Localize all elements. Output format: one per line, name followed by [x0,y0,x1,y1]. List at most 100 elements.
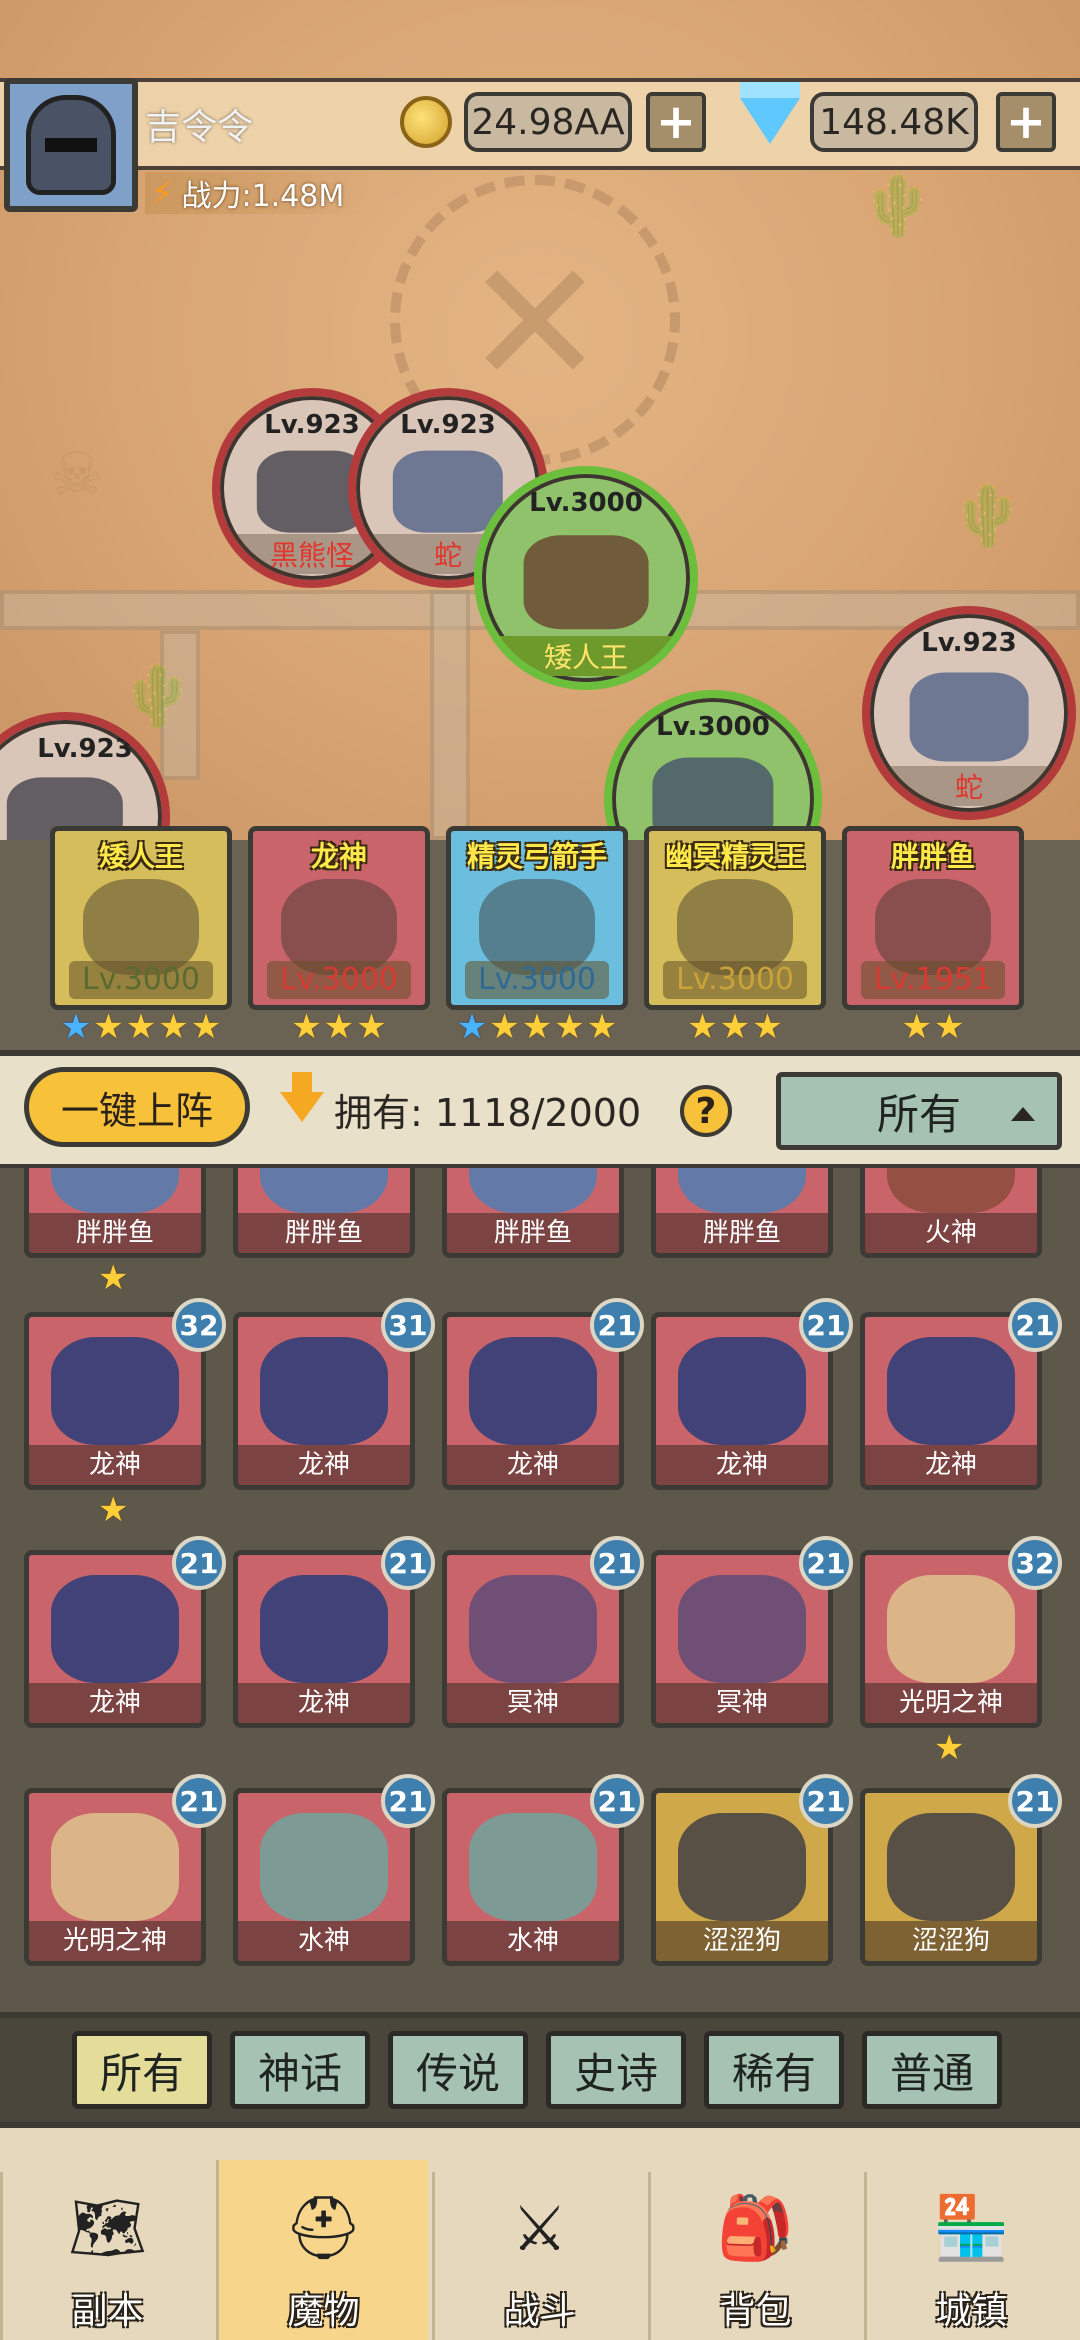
level-badge: 21 [590,1298,644,1352]
auto-deploy-button[interactable]: 一键上阵 [24,1067,250,1147]
power-value: 战力:1.48M [181,179,345,214]
map-icon: 🗺 [68,2191,147,2264]
formation-slot[interactable]: 幽冥精灵王 Lv.3000 [644,826,826,1010]
help-icon[interactable]: ? [680,1085,732,1137]
node-name: 蛇 [870,766,1068,806]
nav-swords[interactable]: ⚔ 战斗 [432,2172,644,2340]
star-icon: ★ [586,1007,618,1047]
star-rating: ★ ★ ★ ★ ★ [446,1008,628,1048]
snake-icon [909,672,1029,762]
monster-name: 火神 [865,1213,1037,1253]
helmet-icon [26,95,116,195]
cactus-icon: 🌵 [120,661,195,731]
star-icon: ★ [719,1007,751,1047]
monster-portrait-icon [469,1813,597,1921]
rarity-tab[interactable]: 普通 [862,2031,1002,2109]
level-badge: 21 [590,1536,644,1590]
nav-helmet[interactable]: ⛑ 魔物 [216,2160,428,2340]
monster-name: 涩涩狗 [656,1921,828,1961]
formation-name: 龙神 [310,840,367,873]
rarity-tab[interactable]: 神话 [230,2031,370,2109]
monster-portrait-icon [678,1813,806,1921]
node-level: Lv.3000 [656,712,770,742]
star-icon: ★ [323,1007,355,1047]
formation-level: Lv.1951 [861,961,1005,999]
nav-label: 魔物 [287,2291,360,2332]
level-badge: 21 [381,1774,435,1828]
player-name: 吉令令 [145,107,254,148]
nav-map[interactable]: 🗺 副本 [0,2172,212,2340]
monster-portrait-icon [678,1575,806,1683]
monster-portrait-icon [51,1337,179,1445]
rarity-tab[interactable]: 史诗 [546,2031,686,2109]
star-icon: ★ [125,1007,157,1047]
monster-name: 水神 [238,1921,410,1961]
level-badge: 21 [799,1298,853,1352]
star-rating: ★ ★ ★ [248,1008,430,1048]
node-name: 矮人王 [482,636,690,676]
monster-name: 胖胖鱼 [656,1213,828,1253]
player-avatar[interactable] [4,78,138,212]
level-badge: 21 [1008,1298,1062,1352]
rarity-tab[interactable]: 传说 [388,2031,528,2109]
caret-up-icon [1011,1107,1035,1121]
map-node-enemy[interactable]: Lv.923 蛇 [862,606,1076,820]
monster-portrait-icon [260,1337,388,1445]
formation-level: Lv.3000 [69,961,213,999]
nav-backpack[interactable]: 🎒 背包 [648,2172,860,2340]
node-level: Lv.923 [37,734,133,764]
node-level: Lv.3000 [529,488,643,518]
monster-name: 龙神 [238,1445,410,1485]
monster-name: 冥神 [656,1683,828,1723]
gem-amount: 148.48K [810,92,978,152]
level-badge: 21 [799,1536,853,1590]
monster-name: 龙神 [29,1445,201,1485]
monster-portrait-icon [678,1337,806,1445]
monster-name: 冥神 [447,1683,619,1723]
star-icon: ★ [687,1007,718,1047]
filter-dropdown[interactable]: 所有 [776,1072,1062,1150]
formation-slot[interactable]: 精灵弓箭手 Lv.3000 [446,826,628,1010]
map-node-cleared[interactable]: Lv.3000 矮人王 [474,466,698,690]
star-icon: ★ [60,1007,92,1047]
rarity-tab[interactable]: 所有 [72,2031,212,2109]
monster-portrait-icon [51,1813,179,1921]
nav-label: 战斗 [503,2291,576,2332]
level-badge: 21 [799,1774,853,1828]
star-icon: ★ [934,1007,965,1047]
level-badge: 21 [381,1536,435,1590]
formation-slot[interactable]: 龙神 Lv.3000 [248,826,430,1010]
formation-name: 矮人王 [98,840,183,873]
formation-level: Lv.3000 [465,961,609,999]
monster-name: 光明之神 [865,1683,1037,1723]
star-icon: ★ [901,1007,932,1047]
down-arrow-icon [280,1072,324,1122]
map-road [430,590,470,840]
formation-slot[interactable]: 胖胖鱼 Lv.1951 [842,826,1024,1010]
star-icon: ★ [158,1007,189,1047]
monster-portrait-icon [887,1337,1015,1445]
add-gold-button[interactable]: + [646,92,706,152]
add-gem-button[interactable]: + [996,92,1056,152]
star-rating: ★ ★ ★ ★ ★ [50,1008,232,1048]
skull-icon: ☠ [50,440,104,510]
star-rating: ★ ★ [842,1008,1024,1048]
star-icon: ★ [934,1728,965,1768]
shop-icon: 🏪 [932,2191,1011,2264]
monster-portrait-icon [469,1337,597,1445]
monster-portrait-icon [260,1813,388,1921]
nav-shop[interactable]: 🏪 城镇 [864,2172,1076,2340]
monster-name: 龙神 [29,1683,201,1723]
star-icon: ★ [752,1007,783,1047]
rarity-tab[interactable]: 稀有 [704,2031,844,2109]
star-icon: ★ [98,1258,129,1298]
star-rating: ★ ★ ★ [644,1008,826,1048]
diamond-icon [740,82,800,144]
backpack-icon: 🎒 [716,2191,795,2264]
nav-label: 城镇 [935,2291,1008,2332]
formation-slot[interactable]: 矮人王 Lv.3000 [50,826,232,1010]
formation-name: 胖胖鱼 [890,840,975,873]
star-icon: ★ [456,1007,488,1047]
formation-level: Lv.3000 [663,961,807,999]
dwarf-icon [523,535,649,629]
